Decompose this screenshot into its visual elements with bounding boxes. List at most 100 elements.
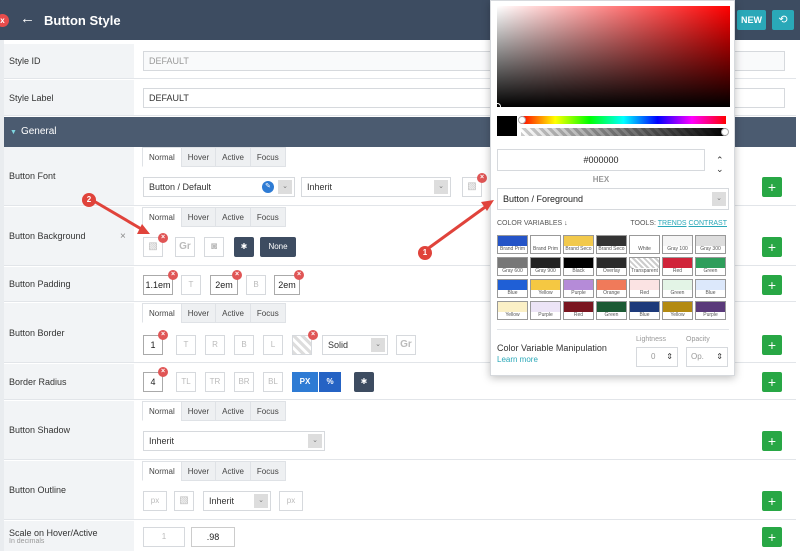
lightness-input[interactable]: 0 ⇕	[636, 347, 678, 367]
padding-right-input[interactable]: T	[181, 275, 201, 295]
tab-focus[interactable]: Focus	[249, 461, 286, 481]
clear-color-icon[interactable]: ×	[158, 233, 168, 243]
gradient-button[interactable]: Gr	[396, 335, 416, 355]
image-icon[interactable]: ◙	[204, 237, 224, 257]
palette-swatch[interactable]: Yellow	[662, 301, 693, 320]
palette-swatch[interactable]: Green	[596, 301, 627, 320]
add-button[interactable]: +	[762, 527, 782, 547]
gear-icon[interactable]: ✱	[354, 372, 374, 392]
padding-left-placeholder[interactable]: B	[246, 275, 266, 295]
outline-width-input[interactable]: px	[143, 491, 167, 511]
chevron-down-icon[interactable]: ⌄	[278, 180, 292, 194]
palette-swatch[interactable]: Red	[662, 257, 693, 276]
clear-color-icon[interactable]: ×	[477, 173, 487, 183]
add-button[interactable]: +	[762, 431, 782, 451]
back-arrow-icon[interactable]: ←	[20, 10, 35, 28]
unit-percent-button[interactable]: %	[319, 372, 341, 392]
chevron-down-icon[interactable]: ⌄	[712, 192, 726, 206]
gradient-button[interactable]: Gr	[175, 237, 195, 257]
tab-hover[interactable]: Hover	[180, 207, 217, 227]
tab-normal[interactable]: Normal	[142, 303, 182, 323]
palette-swatch[interactable]: Purple	[530, 301, 561, 320]
tab-normal[interactable]: Normal	[142, 147, 182, 167]
palette-swatch[interactable]: Overlay	[596, 257, 627, 276]
radius-tl-input[interactable]: TL	[176, 372, 196, 392]
outline-offset-input[interactable]: px	[279, 491, 303, 511]
radius-tr-input[interactable]: TR	[205, 372, 225, 392]
tab-active[interactable]: Active	[215, 303, 251, 323]
palette-swatch[interactable]: Brand Prim	[497, 235, 528, 254]
palette-swatch[interactable]: Red	[563, 301, 594, 320]
add-button[interactable]: +	[762, 237, 782, 257]
color-brush-icon[interactable]: ▧	[174, 491, 194, 511]
sv-handle[interactable]	[494, 103, 501, 110]
tab-normal[interactable]: Normal	[142, 461, 182, 481]
learn-more-link[interactable]: Learn more	[497, 355, 538, 364]
scale-hover-input[interactable]: 1	[143, 527, 185, 547]
tab-hover[interactable]: Hover	[180, 401, 217, 421]
palette-swatch[interactable]: Black	[563, 257, 594, 276]
palette-swatch[interactable]: Yellow	[530, 279, 561, 298]
palette-swatch[interactable]: Transparent	[629, 257, 660, 276]
history-icon[interactable]: ⟲	[772, 10, 794, 30]
trends-link[interactable]: TRENDS	[658, 220, 687, 227]
radius-bl-input[interactable]: BL	[263, 372, 283, 392]
alpha-slider[interactable]	[521, 128, 729, 136]
add-button[interactable]: +	[762, 275, 782, 295]
none-button[interactable]: None	[260, 237, 296, 257]
gear-icon[interactable]: ✱	[234, 237, 254, 257]
add-button[interactable]: +	[762, 177, 782, 197]
add-button[interactable]: +	[762, 372, 782, 392]
hue-slider[interactable]	[518, 116, 726, 124]
alpha-handle[interactable]	[721, 128, 729, 136]
format-toggle-icon[interactable]: ⌃ ⌄	[716, 156, 724, 174]
palette-swatch[interactable]: Red	[629, 279, 660, 298]
scale-active-input[interactable]: .98	[191, 527, 235, 547]
clear-value-icon[interactable]: ×	[232, 270, 242, 280]
chevron-down-icon[interactable]: ⌄	[308, 434, 322, 448]
chevron-down-icon[interactable]: ⌄	[434, 180, 448, 194]
radius-br-input[interactable]: BR	[234, 372, 254, 392]
palette-swatch[interactable]: Blue	[497, 279, 528, 298]
border-left-input[interactable]: L	[263, 335, 283, 355]
palette-swatch[interactable]: Gray 600	[497, 257, 528, 276]
palette-swatch[interactable]: Gray 300	[695, 235, 726, 254]
unit-px-button[interactable]: PX	[292, 372, 318, 392]
palette-swatch[interactable]: Gray 900	[530, 257, 561, 276]
palette-swatch[interactable]: Green	[662, 279, 693, 298]
clear-value-icon[interactable]: ×	[168, 270, 178, 280]
tab-normal[interactable]: Normal	[142, 401, 182, 421]
color-variables-heading[interactable]: COLOR VARIABLES ↓	[497, 220, 568, 227]
clear-value-icon[interactable]: ×	[158, 330, 168, 340]
saturation-value-area[interactable]	[494, 6, 730, 110]
border-bottom-input[interactable]: B	[234, 335, 254, 355]
opacity-input[interactable]: Op. ⇕	[686, 347, 728, 367]
tab-focus[interactable]: Focus	[249, 303, 286, 323]
font-select[interactable]: Button / Default ✎ ⌄	[143, 177, 295, 197]
edit-pencil-icon[interactable]: ✎	[262, 181, 274, 193]
palette-swatch[interactable]: Gray 100	[662, 235, 693, 254]
contrast-link[interactable]: CONTRAST	[689, 220, 728, 227]
tab-active[interactable]: Active	[215, 461, 251, 481]
border-style-select[interactable]: Solid ⌄	[322, 335, 388, 355]
clear-value-icon[interactable]: ×	[294, 270, 304, 280]
clear-value-icon[interactable]: ×	[158, 367, 168, 377]
tab-normal[interactable]: Normal	[142, 207, 182, 227]
tab-focus[interactable]: Focus	[249, 147, 286, 167]
palette-swatch[interactable]: Yellow	[497, 301, 528, 320]
stepper-icon[interactable]: ⇕	[716, 348, 723, 366]
tab-active[interactable]: Active	[215, 401, 251, 421]
color-variable-select[interactable]: Button / Foreground ⌄	[497, 188, 729, 210]
clear-color-icon[interactable]: ×	[308, 330, 318, 340]
tab-hover[interactable]: Hover	[180, 303, 217, 323]
palette-swatch[interactable]: White	[629, 235, 660, 254]
stepper-icon[interactable]: ⇕	[666, 348, 673, 366]
hex-input[interactable]: #000000	[497, 149, 705, 171]
palette-swatch[interactable]: Green	[695, 257, 726, 276]
tab-active[interactable]: Active	[215, 207, 251, 227]
tab-hover[interactable]: Hover	[180, 461, 217, 481]
font-inherit-select[interactable]: Inherit ⌄	[301, 177, 451, 197]
palette-swatch[interactable]: Purple	[563, 279, 594, 298]
border-right-input[interactable]: R	[205, 335, 225, 355]
tab-active[interactable]: Active	[215, 147, 251, 167]
